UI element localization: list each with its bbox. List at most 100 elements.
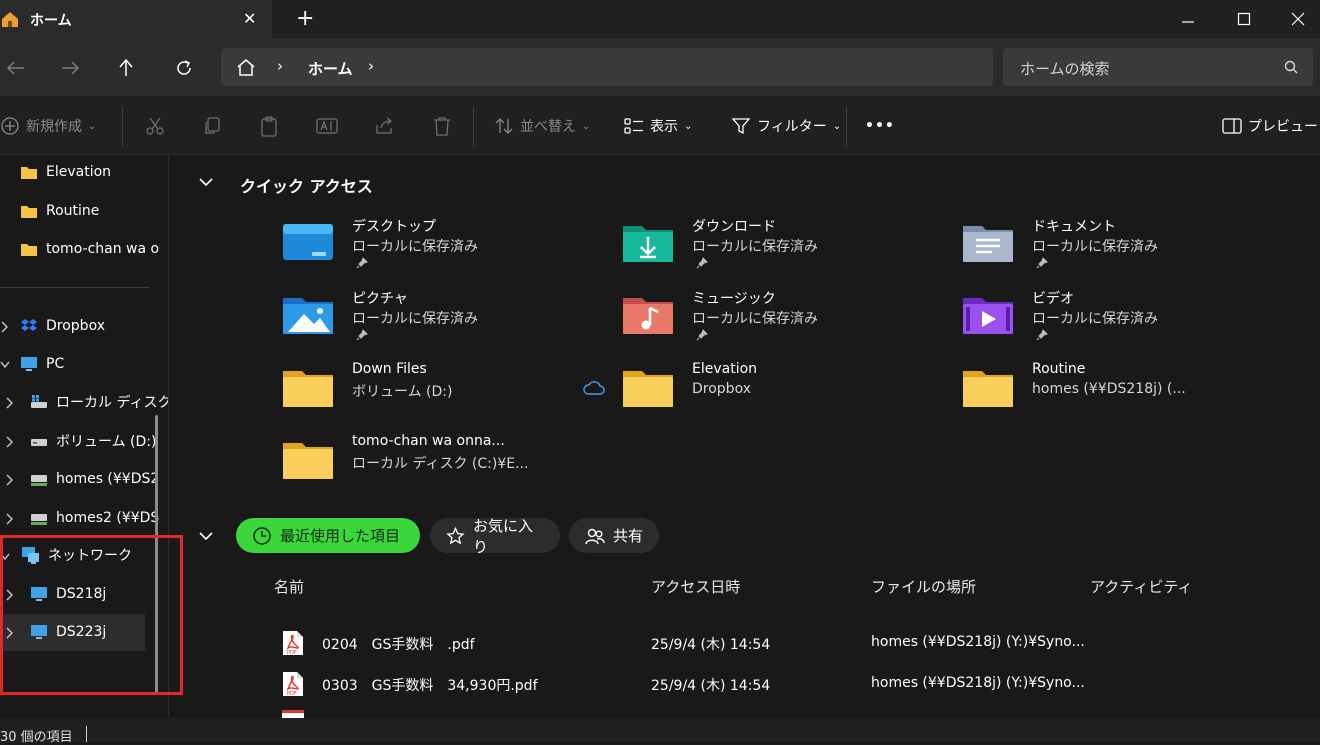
search-input[interactable]: ホームの検索: [1003, 48, 1313, 86]
chevron-right-icon: [6, 513, 13, 525]
breadcrumb-chevron-icon[interactable]: ›: [368, 57, 374, 75]
item-count: 30 個の項目: [0, 730, 73, 745]
videos-icon: [963, 298, 1013, 334]
documents-icon: [963, 226, 1013, 262]
forward-button[interactable]: [54, 52, 86, 84]
nav-item-label: Routine: [46, 203, 100, 219]
filter-button[interactable]: フィルター ⌄: [731, 113, 841, 139]
nav-item-label: homes2 (¥¥DS: [56, 510, 160, 526]
cut-button[interactable]: [145, 113, 165, 139]
filter-icon: [731, 118, 751, 135]
qa-item-videos[interactable]: ビデオ ローカルに保存済み: [962, 288, 1292, 354]
nav-item-elevation[interactable]: Elevation: [20, 155, 111, 189]
recent-tab[interactable]: 最近使用した項目: [236, 518, 420, 553]
preview-pane-button[interactable]: プレビュー: [1222, 113, 1318, 139]
collapse-chevron-icon[interactable]: [198, 530, 214, 542]
clock-icon: [253, 526, 271, 545]
nav-item-label: homes (¥¥DS2: [56, 471, 160, 487]
nav-item-label: ローカル ディスク: [56, 395, 169, 411]
delete-button[interactable]: [433, 113, 451, 139]
column-header-location[interactable]: ファイルの場所: [871, 576, 976, 597]
nav-item-label: Elevation: [46, 164, 112, 180]
tab-close-icon[interactable]: ✕: [243, 9, 256, 28]
chevron-down-icon: ⌄: [832, 120, 842, 132]
up-button[interactable]: [110, 52, 142, 84]
qa-item-music[interactable]: ミュージック ローカルに保存済み: [622, 288, 952, 354]
nav-item-volume-d[interactable]: ボリューム (D:): [30, 424, 156, 458]
search-icon[interactable]: [1284, 60, 1298, 74]
preview-label: プレビュー: [1248, 119, 1318, 135]
network-drive-icon: [31, 514, 47, 525]
maximize-button[interactable]: [1216, 0, 1272, 38]
close-window-button[interactable]: [1270, 0, 1320, 38]
qa-item-sub: ローカル ディスク (C:)¥E...: [352, 456, 529, 472]
copy-button[interactable]: [202, 113, 222, 139]
new-button[interactable]: 新規作成 ⌄: [0, 113, 96, 139]
breadcrumb-separator-icon[interactable]: ›: [277, 57, 283, 75]
desktop-icon: [283, 224, 333, 260]
new-tab-button[interactable]: +: [296, 6, 314, 31]
nav-item-tomo-chan[interactable]: tomo-chan wa o: [20, 232, 159, 266]
favorites-tab[interactable]: お気に入り: [430, 517, 560, 556]
more-options-button[interactable]: •••: [865, 113, 895, 139]
preview-pane-icon: [1222, 118, 1242, 134]
qa-item-documents[interactable]: ドキュメント ローカルに保存済み: [962, 216, 1292, 282]
home-breadcrumb-icon[interactable]: [236, 58, 256, 76]
qa-item-sub: ローカルに保存済み: [692, 239, 818, 255]
chevron-right-icon: [1, 321, 8, 333]
plus-circle-icon: [1, 117, 19, 135]
chevron-right-icon: [6, 397, 13, 409]
qa-item-name: Elevation: [692, 361, 758, 377]
address-bar[interactable]: › ホーム ›: [221, 48, 993, 86]
nav-item-homes2[interactable]: homes2 (¥¥DS: [30, 501, 159, 535]
shared-tab[interactable]: 共有: [569, 518, 659, 553]
qa-item-desktop[interactable]: デスクトップ ローカルに保存済み: [282, 216, 612, 282]
nav-item-homes[interactable]: homes (¥¥DS2: [30, 462, 159, 496]
qa-item-pictures[interactable]: ピクチャ ローカルに保存済み: [282, 288, 612, 354]
column-header-accessed[interactable]: アクセス日時: [651, 576, 740, 597]
qa-item-routine[interactable]: Routine homes (¥¥DS218j) (...: [962, 361, 1292, 427]
rename-button[interactable]: [316, 113, 338, 139]
view-label: 表示: [650, 119, 678, 135]
copy-icon: [205, 117, 220, 134]
music-icon: [623, 298, 673, 334]
share-button[interactable]: [374, 113, 394, 139]
sort-button[interactable]: 並べ替え ⌄: [494, 113, 590, 139]
star-icon: [446, 526, 465, 544]
view-button[interactable]: 表示 ⌄: [624, 113, 692, 139]
tab-home[interactable]: ホーム ✕: [0, 0, 272, 38]
refresh-button[interactable]: [168, 52, 200, 84]
qa-item-sub: ローカルに保存済み: [352, 239, 478, 255]
folder-icon: [283, 371, 333, 407]
minimize-button[interactable]: [1160, 0, 1216, 38]
collapse-chevron-icon[interactable]: [198, 176, 214, 188]
nav-item-routine[interactable]: Routine: [20, 194, 99, 228]
table-row[interactable]: PDF 0303 GS手数料 34,930円.pdf 25/9/4 (木) 14…: [270, 665, 1310, 703]
qa-item-downloads[interactable]: ダウンロード ローカルに保存済み: [622, 216, 952, 282]
quick-access-title: クイック アクセス: [240, 177, 373, 196]
back-button[interactable]: [0, 52, 32, 84]
pdf-file-icon: [282, 710, 304, 718]
tab-title: ホーム: [30, 13, 72, 29]
nav-item-local-disk[interactable]: ローカル ディスク: [30, 385, 169, 419]
qa-item-elevation[interactable]: Elevation Dropbox: [622, 361, 952, 427]
qa-item-tomo-chan[interactable]: tomo-chan wa onna... ローカル ディスク (C:)¥E...: [282, 433, 612, 499]
drive-icon: [31, 439, 47, 446]
trash-icon: [434, 117, 450, 136]
paste-button[interactable]: [259, 113, 279, 139]
qa-item-sub: ローカルに保存済み: [352, 311, 478, 327]
nav-item-pc[interactable]: PC: [20, 347, 64, 381]
breadcrumb-home[interactable]: ホーム: [308, 58, 353, 79]
qa-item-down-files[interactable]: Down Files ボリューム (D:): [282, 361, 612, 427]
nav-item-dropbox[interactable]: Dropbox: [20, 309, 105, 343]
folder-icon: [283, 443, 333, 479]
qa-item-name: ミュージック: [692, 291, 776, 307]
column-header-activity[interactable]: アクティビティ: [1090, 576, 1192, 597]
folder-icon: [21, 205, 37, 218]
people-icon: [585, 528, 605, 544]
qa-item-sub: Dropbox: [692, 381, 751, 397]
search-placeholder: ホームの検索: [1020, 60, 1110, 78]
table-row[interactable]: PDF 0204 GS手数料 .pdf 25/9/4 (木) 14:54 hom…: [270, 624, 1310, 662]
column-header-name[interactable]: 名前: [274, 576, 304, 597]
folder-icon: [963, 371, 1013, 407]
